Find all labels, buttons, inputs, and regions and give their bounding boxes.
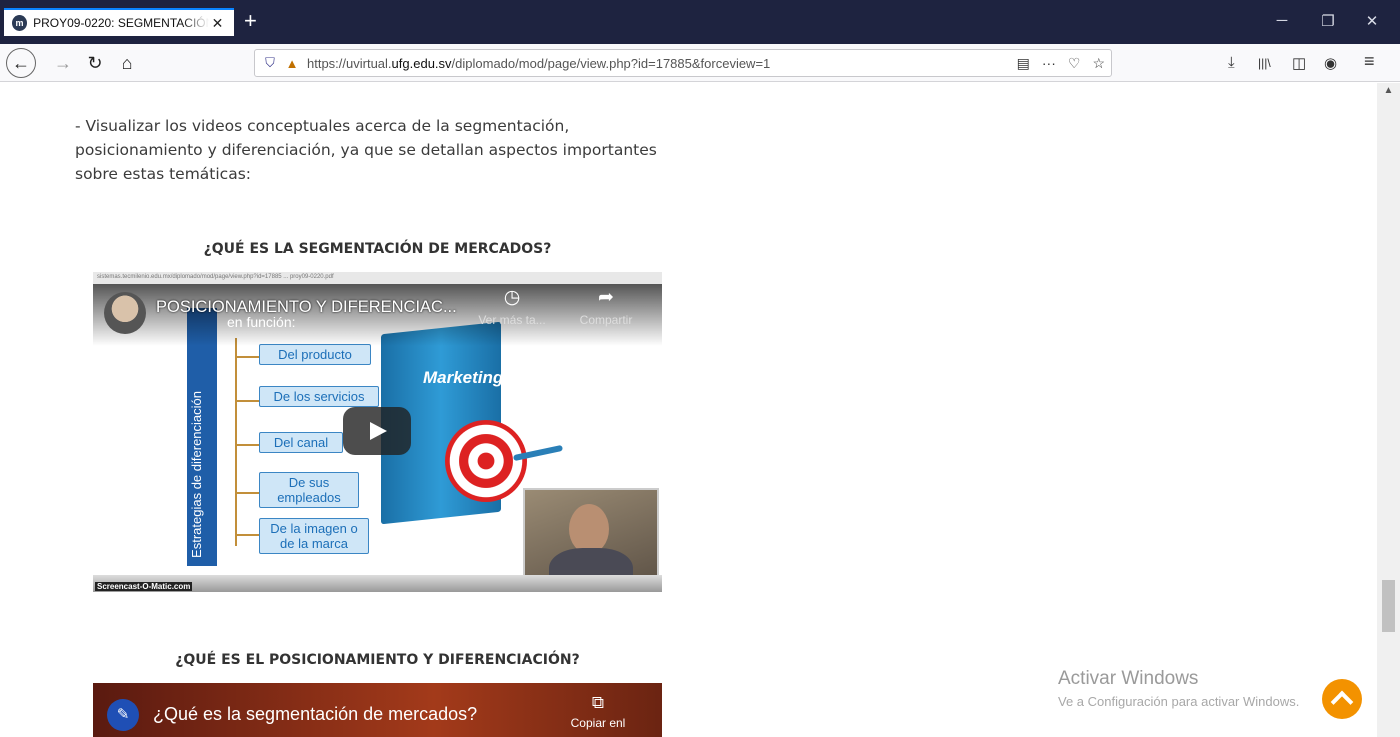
back-button[interactable]: ← (6, 48, 36, 78)
video-player-1[interactable]: sistemas.tecmilenio.edu.mx/diplomado/mod… (93, 272, 662, 592)
slide-connector (235, 492, 259, 494)
page-content: - Visualizar los videos conceptuales ace… (0, 83, 1377, 737)
clock-icon: ◷ (503, 287, 521, 308)
minimize-icon[interactable]: ─ (1262, 12, 1302, 29)
lock-warning-icon[interactable]: ▲ (281, 56, 303, 71)
activate-windows-title: Activar Windows (1058, 668, 1199, 689)
account-icon[interactable]: ◉ (1324, 54, 1337, 72)
video-title-2[interactable]: ¿Qué es la segmentación de mercados? (153, 704, 477, 725)
activate-windows-subtitle: Ve a Configuración para activar Windows. (1058, 694, 1300, 709)
menu-icon[interactable]: ≡ (1364, 51, 1375, 72)
slide-item-canal: Del canal (259, 432, 343, 453)
target-image (445, 420, 527, 502)
share-button[interactable]: ➦ Compartir (563, 286, 649, 327)
forward-button[interactable]: → (50, 50, 76, 76)
slide-connector (235, 400, 259, 402)
restore-icon[interactable]: ❐ (1308, 12, 1348, 30)
address-bar[interactable]: ⛉ ▲ https://uvirtual.ufg.edu.sv/diplomad… (254, 49, 1112, 77)
slide-connector (235, 338, 237, 546)
channel-avatar[interactable] (104, 292, 146, 334)
library-icon[interactable]: |||\ (1258, 56, 1271, 70)
slide-item-empleados: De sus empleados (259, 472, 359, 508)
heading-segmentacion: ¿QUÉ ES LA SEGMENTACIÓN DE MERCADOS? (203, 241, 552, 257)
share-icon: ➦ (598, 287, 614, 308)
scroll-thumb[interactable] (1382, 580, 1395, 632)
video-player-2[interactable]: ✎ ¿Qué es la segmentación de mercados? ⧉… (93, 683, 662, 737)
reader-view-icon[interactable]: ▤ (1017, 55, 1030, 72)
heading-posicionamiento: ¿QUÉ ES EL POSICIONAMIENTO Y DIFERENCIAC… (175, 652, 580, 668)
screencast-brand: Screencast-O-Matic.com (95, 582, 193, 591)
watch-later-button[interactable]: ◷ Ver más ta... (469, 286, 555, 327)
slide-item-producto: Del producto (259, 344, 371, 365)
home-button[interactable]: ⌂ (114, 50, 140, 76)
slide-side-bar: Estrategias de diferenciación (187, 308, 217, 566)
tab-strip: m PROY09-0220: SEGMENTACIÓN ✕ + ─ ❐ ✕ (0, 0, 1400, 44)
slide-item-servicios: De los servicios (259, 386, 379, 407)
tab-segmentacion[interactable]: m PROY09-0220: SEGMENTACIÓN ✕ (4, 8, 234, 36)
tab-title: PROY09-0220: SEGMENTACIÓN (33, 16, 209, 30)
moodle-icon: m (12, 15, 28, 31)
scroll-up-arrow[interactable]: ▲ (1377, 85, 1400, 96)
shield-icon[interactable]: ⛉ (259, 55, 281, 71)
copy-link-button[interactable]: ⧉ Copiar enl (555, 693, 641, 730)
page-actions-icon[interactable]: ··· (1042, 55, 1056, 71)
vertical-scrollbar[interactable]: ▲ (1377, 83, 1400, 737)
navigation-bar: ← → ↻ ⌂ ⛉ ▲ https://uvirtual.ufg.edu.sv/… (0, 44, 1400, 82)
slide-heading: en función: (227, 314, 296, 330)
pocket-icon[interactable]: ♡ (1068, 55, 1081, 72)
download-icon[interactable]: ⤓ (1228, 54, 1235, 71)
video-url-strip: sistemas.tecmilenio.edu.mx/diplomado/mod… (93, 272, 662, 284)
new-tab-button[interactable]: + (244, 10, 257, 32)
slide-connector (235, 356, 259, 358)
slide-item-imagen: De la imagen o de la marca (259, 518, 369, 554)
video-title[interactable]: POSICIONAMIENTO Y DIFERENCIAC... (156, 298, 457, 317)
book-title: Marketing (423, 368, 504, 387)
tab-close-icon[interactable]: ✕ (209, 15, 226, 32)
scroll-to-top-button[interactable] (1322, 679, 1362, 719)
reload-button[interactable]: ↻ (82, 50, 108, 76)
slide-connector (235, 444, 259, 446)
webcam-overlay (523, 488, 659, 592)
url-text[interactable]: https://uvirtual.ufg.edu.sv/diplomado/mo… (307, 56, 770, 71)
copy-icon: ⧉ (591, 693, 605, 712)
sidebar-icon[interactable]: ◫ (1292, 54, 1306, 72)
close-window-icon[interactable]: ✕ (1352, 12, 1392, 30)
slide-connector (235, 534, 259, 536)
play-button[interactable] (343, 407, 411, 455)
bookmark-star-icon[interactable]: ☆ (1092, 55, 1105, 72)
channel-avatar-2[interactable]: ✎ (107, 699, 139, 731)
intro-text: - Visualizar los videos conceptuales ace… (75, 117, 657, 183)
